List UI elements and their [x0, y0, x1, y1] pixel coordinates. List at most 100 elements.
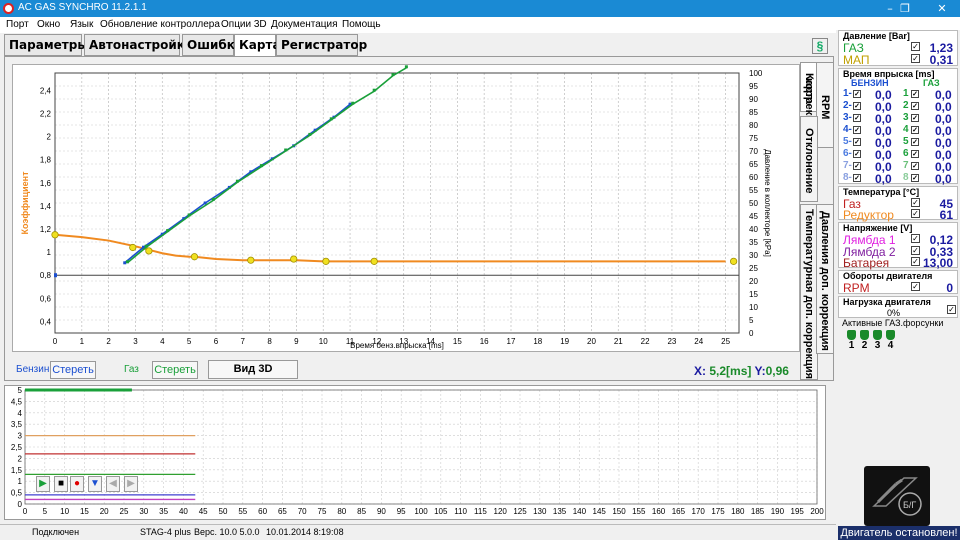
- pressure-map-checkbox[interactable]: ✓: [911, 54, 920, 63]
- injection-petrol-header: БЕНЗИН: [851, 78, 889, 88]
- menu-port[interactable]: Порт: [6, 19, 29, 30]
- petrol-cyl-checkbox[interactable]: ✓: [853, 102, 861, 110]
- gas-series-line: [126, 67, 407, 264]
- petrol-cyl-checkbox[interactable]: ✓: [853, 90, 861, 98]
- save-icon[interactable]: ▼: [88, 476, 102, 492]
- y-tick-label: 4: [18, 409, 23, 418]
- coefficient-point: [129, 243, 137, 252]
- gas-cyl-label: 6: [903, 148, 909, 159]
- menu-documentation[interactable]: Документация: [271, 19, 338, 30]
- menu-firmware-update[interactable]: Обновление контроллера: [100, 19, 220, 30]
- petrol-cyl-checkbox[interactable]: ✓: [853, 162, 861, 170]
- tab-map[interactable]: Карта: [234, 34, 281, 57]
- right-panel: Давление [Bar] ГАЗ ✓ 1,23 МАП ✓ 0,31 Вре…: [836, 30, 960, 524]
- temp-reducer-row: Редуктор ✓ 61: [839, 208, 957, 222]
- y-left-tick-label: 0,6: [40, 294, 52, 303]
- side-tab-pressure-correction[interactable]: Давления доп. коррекция: [816, 204, 834, 354]
- petrol-cyl-value: 0,0: [875, 172, 892, 186]
- correction-map-chart[interactable]: 0 1 2 3 4 5 6 7 8 9 10 11 12 13 14 15 16 17 18 19 20 21 22 23 24…: [12, 64, 800, 352]
- prev-icon[interactable]: ◀: [106, 476, 120, 492]
- injection-row: 2- ✓ 0,0 2 ✓ 0,0: [839, 100, 957, 114]
- pressure-gas-checkbox[interactable]: ✓: [911, 42, 920, 51]
- lambda2-checkbox[interactable]: ✓: [911, 246, 920, 255]
- petrol-cyl-checkbox[interactable]: ✓: [853, 150, 861, 158]
- x-tick-label: 70: [298, 507, 307, 516]
- coefficient-point: [247, 256, 255, 264]
- gas-point: [144, 244, 148, 248]
- coefficient-point: [322, 257, 330, 265]
- tab-recorder[interactable]: Регистратор: [276, 34, 367, 56]
- gas-cyl-checkbox[interactable]: ✓: [911, 126, 919, 134]
- lambda1-checkbox[interactable]: ✓: [911, 234, 920, 243]
- petrol-point: [123, 261, 127, 265]
- injection-row: 8- ✓ 0,0 8 ✓ 0,0: [839, 172, 957, 186]
- recorder-chart[interactable]: 0 5 10 15 20 25 30 35 40 45 50 55 60 65 70 75 80 85 90 95 10…: [4, 385, 826, 520]
- x-tick-label: 22: [641, 337, 650, 346]
- petrol-cyl-checkbox[interactable]: ✓: [853, 138, 861, 146]
- temperature-group: Температура [°C] Газ ✓ 45 Редуктор ✓ 61: [838, 186, 958, 222]
- battery-checkbox[interactable]: ✓: [911, 257, 920, 266]
- gas-cyl-checkbox[interactable]: ✓: [911, 114, 919, 122]
- menu-3d-options[interactable]: Опции 3D: [221, 19, 267, 30]
- x-tick-label: 24: [694, 337, 703, 346]
- temp-reducer-value: 61: [939, 208, 953, 222]
- load-checkbox[interactable]: ✓: [947, 305, 956, 314]
- gas-clear-button[interactable]: Стереть: [152, 361, 198, 379]
- x-tick-label: 17: [507, 337, 516, 346]
- gas-point: [391, 73, 395, 77]
- close-button[interactable]: ✕: [924, 0, 960, 17]
- gas-cyl-checkbox[interactable]: ✓: [911, 174, 919, 182]
- y-left-tick-label: 1,8: [40, 156, 52, 165]
- injector-body-icon: [860, 330, 869, 340]
- x-tick-label: 120: [494, 507, 508, 516]
- stop-icon[interactable]: ■: [54, 476, 68, 492]
- petrol-cyl-label: 1-: [843, 88, 852, 99]
- tab-parameters[interactable]: Параметры: [4, 34, 88, 56]
- tab-autotune[interactable]: Автонастройка: [84, 34, 193, 56]
- y-tick-label: 0,5: [11, 489, 23, 498]
- injector-icon: 4: [885, 330, 896, 354]
- gas-cyl-label: 7: [903, 160, 909, 171]
- side-tab-rpm-correction[interactable]: RPM коррекция: [803, 62, 834, 148]
- x-tick-label: 9: [294, 337, 299, 346]
- petrol-cyl-checkbox[interactable]: ✓: [853, 126, 861, 134]
- injector-icon: 1: [846, 330, 857, 354]
- rpm-checkbox[interactable]: ✓: [911, 282, 920, 291]
- rpm-title: Обороты двигателя: [843, 271, 933, 281]
- temp-reducer-checkbox[interactable]: ✓: [911, 209, 920, 218]
- y-tick-label: 2,5: [11, 443, 23, 452]
- x-tick-label: 2: [106, 337, 111, 346]
- record-icon[interactable]: ●: [70, 476, 84, 492]
- x-tick-label: 8: [267, 337, 272, 346]
- injector-body-icon: [886, 330, 895, 340]
- gas-cyl-checkbox[interactable]: ✓: [911, 102, 919, 110]
- y-right-tick-label: 15: [749, 290, 758, 299]
- y-left-tick-label: 1,2: [40, 225, 52, 234]
- petrol-cyl-checkbox[interactable]: ✓: [853, 174, 861, 182]
- recorder-chart-svg[interactable]: 0 5 10 15 20 25 30 35 40 45 50 55 60 65 70 75 80 85 90 95 10…: [5, 386, 827, 521]
- next-icon[interactable]: ▶: [124, 476, 138, 492]
- gas-cyl-checkbox[interactable]: ✓: [911, 162, 919, 170]
- menu-window[interactable]: Окно: [37, 19, 60, 30]
- petrol-clear-button[interactable]: Стереть: [50, 361, 96, 379]
- menu-language[interactable]: Язык: [70, 19, 93, 30]
- help-icon[interactable]: §: [812, 38, 828, 54]
- view-3d-button[interactable]: Вид 3D: [208, 360, 298, 379]
- maximize-button[interactable]: ❐: [887, 0, 923, 17]
- gas-cyl-checkbox[interactable]: ✓: [911, 90, 919, 98]
- firmware-version: Верс. 10.0 5.0.0: [194, 527, 260, 537]
- map-chart-svg[interactable]: 0 1 2 3 4 5 6 7 8 9 10 11 12 13 14 15 16 17 18 19 20 21 22 23 24…: [13, 65, 801, 353]
- injector-icon: 3: [872, 330, 883, 354]
- gas-cyl-checkbox[interactable]: ✓: [911, 138, 919, 146]
- app-logo-icon: [3, 3, 14, 14]
- temp-gas-checkbox[interactable]: ✓: [911, 198, 920, 207]
- menu-help[interactable]: Помощь: [342, 19, 381, 30]
- y-right-tick-label: 70: [749, 147, 758, 156]
- gas-cyl-checkbox[interactable]: ✓: [911, 150, 919, 158]
- injection-row: 4- ✓ 0,0 4 ✓ 0,0: [839, 124, 957, 138]
- tab-errors[interactable]: Ошибки: [182, 34, 243, 56]
- play-icon[interactable]: ▶: [36, 476, 50, 492]
- pressure-map-label: МАП: [843, 53, 870, 67]
- petrol-cyl-checkbox[interactable]: ✓: [853, 114, 861, 122]
- side-tab-deviation[interactable]: Отклонение: [800, 116, 818, 202]
